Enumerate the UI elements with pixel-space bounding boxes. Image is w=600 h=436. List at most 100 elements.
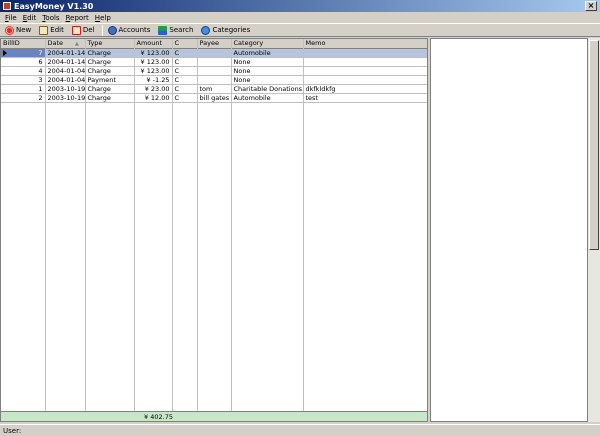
cell-type[interactable]: Charge xyxy=(85,93,135,103)
cell-id[interactable]: 2 xyxy=(1,93,46,103)
column-header-c[interactable]: C xyxy=(172,39,198,49)
cell-id[interactable]: 1 xyxy=(1,84,46,94)
categories-label: Categories xyxy=(212,26,251,34)
column-line xyxy=(231,39,232,411)
column-header-type[interactable]: Type xyxy=(85,39,135,49)
column-header-amount[interactable]: Amount xyxy=(134,39,173,49)
cell-id[interactable]: 7 xyxy=(1,48,46,58)
cell-type[interactable]: Payment xyxy=(85,75,135,85)
grid-header-row: BillID Date ▲ Type Amount C Payee Categor… xyxy=(1,39,427,49)
cell-c[interactable]: C xyxy=(172,48,198,58)
close-button[interactable]: × xyxy=(585,1,597,11)
table-row[interactable]: 6 2004-01-14 Charge ¥ 123.00 C None xyxy=(1,57,427,67)
title-bar: EasyMoney V1.30 × xyxy=(0,0,600,12)
table-row[interactable]: 1 2003-10-19 Charge ¥ 23.00 Ctom Charitable D… xyxy=(1,84,427,94)
column-line xyxy=(172,39,173,411)
menu-help[interactable]: Help xyxy=(92,14,114,22)
cell-type[interactable]: Charge xyxy=(85,84,135,94)
detail-panel xyxy=(430,38,588,422)
search-button[interactable]: Search xyxy=(155,24,196,36)
toolbar-separator xyxy=(101,24,103,36)
cell-memo[interactable] xyxy=(303,75,427,85)
cell-type[interactable]: Charge xyxy=(85,66,135,76)
delete-button[interactable]: Del xyxy=(69,24,98,36)
cell-memo[interactable]: dkfkldkfg xyxy=(303,84,427,94)
bills-table: BillID Date ▲ Type Amount C Payee Categor… xyxy=(1,39,427,103)
cell-date[interactable]: 2004-01-04 xyxy=(45,66,86,76)
cell-category[interactable]: None xyxy=(231,66,304,76)
sort-arrow-icon: ▲ xyxy=(75,41,79,48)
cell-category[interactable]: Automobile xyxy=(231,48,304,58)
bills-grid[interactable]: BillID Date ▲ Type Amount C Payee Categor… xyxy=(0,38,428,422)
menu-tools[interactable]: Tools xyxy=(39,14,62,22)
totals-row: ¥ 402.75 xyxy=(1,411,427,421)
column-line xyxy=(303,39,304,411)
status-bar: User: xyxy=(0,424,600,436)
cell-c[interactable]: C xyxy=(172,93,198,103)
accounts-icon xyxy=(107,25,117,35)
new-icon xyxy=(5,25,14,35)
table-row[interactable]: 4 2004-01-04 Charge ¥ 123.00 C None xyxy=(1,66,427,76)
cell-date[interactable]: 2003-10-19 xyxy=(45,93,86,103)
edit-button[interactable]: Edit xyxy=(36,24,67,36)
vertical-scrollbar[interactable] xyxy=(588,38,600,422)
menu-file[interactable]: File xyxy=(2,14,20,22)
cell-payee[interactable] xyxy=(197,48,232,58)
cell-c[interactable]: C xyxy=(172,57,198,67)
delete-icon xyxy=(71,25,81,35)
cell-id[interactable]: 4 xyxy=(1,66,46,76)
cell-memo[interactable] xyxy=(303,57,427,67)
cell-payee[interactable]: bill gates xyxy=(197,93,232,103)
accounts-button[interactable]: Accounts xyxy=(105,24,154,36)
table-row[interactable]: 7 2004-01-14 Charge ¥ 123.00 C Automobile xyxy=(1,48,427,58)
table-row[interactable]: 3 2004-01-04 Payment ¥ -1.25 C None xyxy=(1,75,427,85)
cell-amount[interactable]: ¥ 12.00 xyxy=(134,93,173,103)
cell-payee[interactable] xyxy=(197,57,232,67)
menu-report[interactable]: Report xyxy=(63,14,92,22)
cell-date[interactable]: 2004-01-14 xyxy=(45,48,86,58)
table-row[interactable]: 2 2003-10-19 Charge ¥ 12.00 Cbill gates Autom… xyxy=(1,93,427,103)
cell-type[interactable]: Charge xyxy=(85,57,135,67)
cell-amount[interactable]: ¥ -1.25 xyxy=(134,75,173,85)
categories-button[interactable]: Categories xyxy=(198,24,253,36)
cell-date[interactable]: 2004-01-14 xyxy=(45,57,86,67)
cell-category[interactable]: Automobile xyxy=(231,93,304,103)
menu-edit[interactable]: Edit xyxy=(20,14,40,22)
cell-amount[interactable]: ¥ 23.00 xyxy=(134,84,173,94)
cell-payee[interactable] xyxy=(197,75,232,85)
column-line xyxy=(85,39,86,411)
column-header-category[interactable]: Category xyxy=(231,39,304,49)
cell-c[interactable]: C xyxy=(172,75,198,85)
search-icon xyxy=(158,25,168,35)
cell-category[interactable]: None xyxy=(231,75,304,85)
cell-memo[interactable] xyxy=(303,48,427,58)
edit-icon xyxy=(39,25,49,35)
cell-payee[interactable]: tom xyxy=(197,84,232,94)
window-title: EasyMoney V1.30 xyxy=(14,1,94,11)
cell-id[interactable]: 3 xyxy=(1,75,46,85)
cell-c[interactable]: C xyxy=(172,84,198,94)
app-icon xyxy=(3,2,11,10)
cell-amount[interactable]: ¥ 123.00 xyxy=(134,66,173,76)
cell-category[interactable]: None xyxy=(231,57,304,67)
cell-amount[interactable]: ¥ 123.00 xyxy=(134,48,173,58)
cell-payee[interactable] xyxy=(197,66,232,76)
cell-amount[interactable]: ¥ 123.00 xyxy=(134,57,173,67)
scrollbar-thumb[interactable] xyxy=(589,40,599,250)
cell-type[interactable]: Charge xyxy=(85,48,135,58)
cell-category[interactable]: Charitable Donations xyxy=(231,84,304,94)
column-header-payee[interactable]: Payee xyxy=(197,39,232,49)
row-pointer-icon xyxy=(3,49,7,56)
column-header-billid[interactable]: BillID xyxy=(1,39,46,49)
cell-memo[interactable] xyxy=(303,66,427,76)
cell-id[interactable]: 6 xyxy=(1,57,46,67)
new-button[interactable]: New xyxy=(2,24,34,36)
new-label: New xyxy=(16,26,32,34)
cell-date[interactable]: 2004-01-04 xyxy=(45,75,86,85)
cell-c[interactable]: C xyxy=(172,66,198,76)
total-amount: ¥ 402.75 xyxy=(144,413,173,421)
column-header-memo[interactable]: Memo xyxy=(303,39,427,49)
cell-memo[interactable]: test xyxy=(303,93,427,103)
cell-date[interactable]: 2003-10-19 xyxy=(45,84,86,94)
column-header-date[interactable]: Date ▲ xyxy=(45,39,86,49)
